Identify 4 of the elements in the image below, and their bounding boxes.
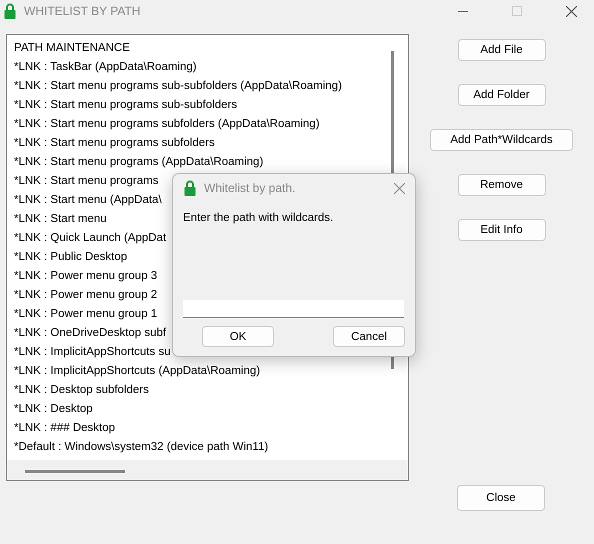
dialog-prompt: Enter the path with wildcards. (183, 212, 334, 224)
dialog-title: Whitelist by path. (204, 181, 296, 195)
list-header: PATH MAINTENANCE (14, 41, 131, 56)
window-title: WHITELIST BY PATH (24, 4, 142, 18)
